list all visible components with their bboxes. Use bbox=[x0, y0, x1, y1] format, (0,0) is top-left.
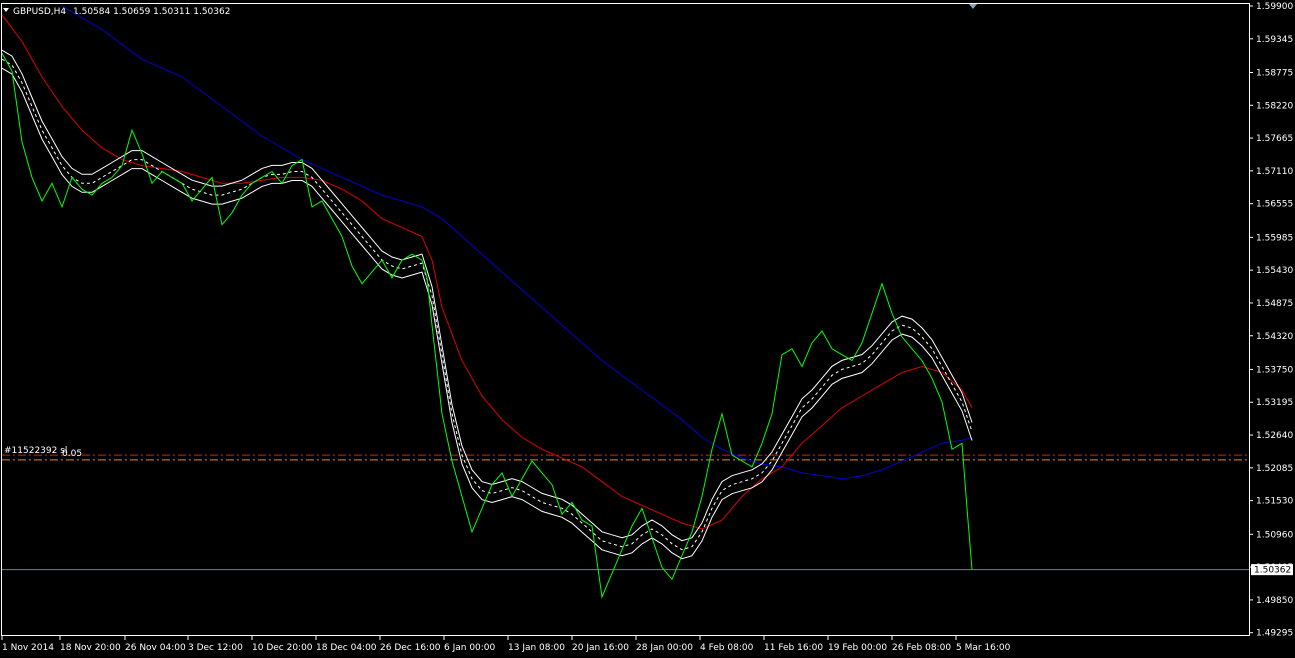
x-tick-label: 6 Jan 00:00 bbox=[444, 643, 496, 653]
y-tick-label: 1.58220 bbox=[1256, 101, 1293, 111]
y-tick-label: 1.59900 bbox=[1256, 2, 1293, 12]
y-tick-label: 1.57665 bbox=[1256, 134, 1293, 144]
y-tick-label: 1.59345 bbox=[1256, 35, 1293, 45]
y-tick-label: 1.49850 bbox=[1256, 596, 1293, 606]
x-tick-label: 13 Jan 08:00 bbox=[508, 643, 565, 653]
y-tick-label: 1.50960 bbox=[1256, 530, 1293, 540]
y-tick-label: 1.55985 bbox=[1256, 233, 1293, 243]
y-tick-label: 1.56555 bbox=[1256, 200, 1293, 210]
y-tick-label: 1.53750 bbox=[1256, 365, 1293, 375]
current-price-label: 1.50362 bbox=[1254, 566, 1291, 576]
ohlc-quote: 1.50584 1.50659 1.50311 1.50362 bbox=[73, 7, 230, 17]
x-tick-label: 1 Nov 2014 bbox=[2, 643, 54, 653]
price-chart[interactable]: GBPUSD,H4 1.50584 1.50659 1.50311 1.5036… bbox=[0, 0, 1295, 658]
x-tick-label: 19 Feb 00:00 bbox=[828, 643, 887, 653]
x-tick-label: 20 Jan 16:00 bbox=[572, 643, 629, 653]
x-tick-label: 11 Feb 16:00 bbox=[764, 643, 823, 653]
y-tick-label: 1.55430 bbox=[1256, 266, 1293, 276]
order-lots: 0.05 bbox=[62, 449, 82, 459]
x-tick-label: 4 Feb 08:00 bbox=[700, 643, 754, 653]
symbol-timeframe: GBPUSD,H4 bbox=[13, 7, 66, 17]
chart-background bbox=[0, 0, 1295, 658]
x-tick-label: 28 Jan 00:00 bbox=[636, 643, 693, 653]
y-tick-label: 1.58775 bbox=[1256, 68, 1293, 78]
y-tick-label: 1.57110 bbox=[1256, 167, 1293, 177]
x-tick-label: 5 Mar 16:00 bbox=[956, 643, 1011, 653]
y-tick-label: 1.54875 bbox=[1256, 299, 1293, 309]
order-label: #11522392 sl bbox=[4, 446, 67, 456]
x-tick-label: 18 Nov 20:00 bbox=[60, 643, 121, 653]
x-tick-label: 18 Dec 04:00 bbox=[316, 643, 377, 653]
x-tick-label: 26 Dec 16:00 bbox=[380, 643, 441, 653]
x-tick-label: 26 Nov 04:00 bbox=[125, 643, 186, 653]
x-tick-label: 26 Feb 08:00 bbox=[892, 643, 951, 653]
y-tick-label: 1.52640 bbox=[1256, 431, 1293, 441]
x-tick-label: 3 Dec 12:00 bbox=[188, 643, 243, 653]
x-tick-label: 10 Dec 20:00 bbox=[252, 643, 313, 653]
y-tick-label: 1.51530 bbox=[1256, 497, 1293, 507]
y-tick-label: 1.52085 bbox=[1256, 464, 1293, 474]
y-tick-label: 1.54320 bbox=[1256, 332, 1293, 342]
y-tick-label: 1.49295 bbox=[1256, 629, 1293, 639]
y-tick-label: 1.53195 bbox=[1256, 398, 1293, 408]
